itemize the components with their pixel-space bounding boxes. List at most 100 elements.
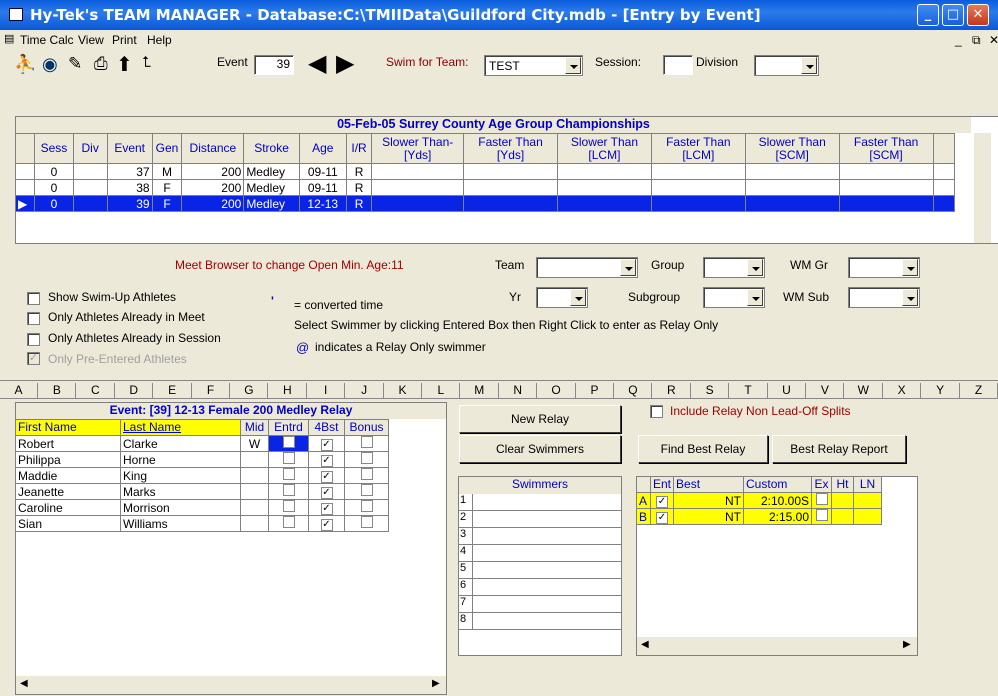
next-event-arrow-icon[interactable]: ▶ bbox=[336, 51, 354, 77]
alpha-tab-e[interactable]: E bbox=[154, 383, 192, 398]
alpha-tab-h[interactable]: H bbox=[269, 383, 307, 398]
bonus-checkbox-cell[interactable] bbox=[344, 499, 389, 516]
session-field[interactable] bbox=[663, 55, 693, 75]
relay-lane[interactable] bbox=[853, 508, 883, 525]
entered-checkbox-cell[interactable] bbox=[268, 451, 309, 468]
find-best-relay-button[interactable]: Find Best Relay bbox=[638, 435, 768, 463]
maximize-button[interactable]: □ bbox=[942, 4, 964, 26]
alpha-tab-u[interactable]: U bbox=[768, 383, 806, 398]
folder-up-icon[interactable]: ⮤ bbox=[142, 54, 151, 71]
relay-custom-time[interactable]: 2:15.00 bbox=[743, 508, 813, 525]
show-swim-up-checkbox[interactable] bbox=[27, 292, 40, 305]
best4-checkbox-cell[interactable]: ✓ bbox=[308, 435, 345, 452]
event-grid-scrollbar[interactable] bbox=[974, 133, 991, 243]
team-select[interactable]: TEST bbox=[484, 55, 583, 76]
mdi-minimize-icon[interactable]: _ bbox=[955, 33, 962, 47]
swimmer-icon[interactable]: ⛹ bbox=[14, 54, 36, 75]
relay-ent-checkbox[interactable]: ✓ bbox=[649, 508, 675, 525]
row-selector[interactable]: ▶ bbox=[14, 195, 36, 212]
relay-ent-checkbox[interactable]: ✓ bbox=[649, 492, 675, 509]
division-select[interactable] bbox=[754, 55, 819, 76]
alpha-tab-k[interactable]: K bbox=[384, 383, 422, 398]
alpha-tab-j[interactable]: J bbox=[346, 383, 384, 398]
alpha-tab-a[interactable]: A bbox=[0, 383, 38, 398]
best4-checkbox-cell[interactable]: ✓ bbox=[308, 515, 345, 532]
athlete-row[interactable]: Robert Clarke W ✓ bbox=[15, 435, 389, 452]
swimmer-slot[interactable]: 4 bbox=[459, 545, 621, 562]
clear-swimmers-button[interactable]: Clear Swimmers bbox=[459, 435, 621, 463]
entered-checkbox-cell[interactable] bbox=[268, 467, 309, 484]
wm-gr-select[interactable] bbox=[848, 257, 920, 278]
best4-checkbox-cell[interactable]: ✓ bbox=[308, 499, 345, 516]
minimize-button[interactable]: _ bbox=[917, 4, 939, 26]
bonus-checkbox-cell[interactable] bbox=[344, 435, 389, 452]
wm-sub-select[interactable] bbox=[848, 287, 920, 308]
athlete-row[interactable]: Caroline Morrison ✓ bbox=[15, 499, 389, 516]
swimmer-slot[interactable]: 3 bbox=[459, 528, 621, 545]
mdi-close-icon[interactable]: ✕ bbox=[989, 33, 998, 47]
alpha-tab-i[interactable]: I bbox=[307, 383, 346, 398]
alpha-tab-t[interactable]: T bbox=[730, 383, 768, 398]
entered-checkbox-cell[interactable] bbox=[268, 499, 309, 516]
bonus-checkbox-cell[interactable] bbox=[344, 515, 389, 532]
swimmer-slot[interactable]: 1 bbox=[459, 494, 621, 511]
team-filter-select[interactable] bbox=[536, 257, 638, 278]
relay-heat[interactable] bbox=[831, 508, 855, 525]
only-pre-entered-checkbox[interactable]: ✓ bbox=[27, 352, 40, 365]
best4-checkbox-cell[interactable]: ✓ bbox=[308, 467, 345, 484]
printer-icon[interactable]: ⎙ bbox=[94, 54, 108, 74]
up-arrow-icon[interactable]: ⬆ bbox=[116, 52, 133, 77]
swimmer-slot[interactable]: 2 bbox=[459, 511, 621, 528]
scroll-left-icon[interactable]: ◀ bbox=[20, 678, 28, 689]
event-row[interactable]: ▶ 0 39 F 200 Medley 12-13 R bbox=[14, 195, 956, 212]
yr-select[interactable] bbox=[536, 287, 588, 308]
scroll-right-icon[interactable]: ▶ bbox=[903, 639, 911, 650]
alpha-tab-m[interactable]: M bbox=[461, 383, 499, 398]
new-relay-button[interactable]: New Relay bbox=[459, 405, 621, 433]
swimmer-slot[interactable]: 5 bbox=[459, 562, 621, 579]
mdi-restore-icon[interactable]: ⧉ bbox=[972, 33, 981, 48]
relay-lane[interactable] bbox=[853, 492, 883, 509]
alpha-tab-s[interactable]: S bbox=[691, 383, 730, 398]
swimmer-slot[interactable]: 7 bbox=[459, 596, 621, 613]
menu-help[interactable]: Help bbox=[147, 33, 172, 47]
athlete-hscrollbar[interactable]: ◀ ▶ bbox=[16, 676, 446, 694]
relay-custom-time[interactable]: 2:10.00S bbox=[743, 492, 813, 509]
alpha-tab-v[interactable]: V bbox=[806, 383, 845, 398]
best-relay-report-button[interactable]: Best Relay Report bbox=[772, 435, 906, 463]
only-in-session-checkbox[interactable] bbox=[27, 333, 40, 346]
relay-team-row[interactable]: A ✓ NT 2:10.00S bbox=[636, 492, 883, 509]
row-selector[interactable] bbox=[14, 179, 36, 196]
alpha-tab-y[interactable]: Y bbox=[922, 383, 960, 398]
alpha-tab-f[interactable]: F bbox=[192, 383, 230, 398]
alpha-tab-l[interactable]: L bbox=[422, 383, 461, 398]
include-splits-checkbox[interactable] bbox=[650, 405, 663, 418]
alpha-tab-g[interactable]: G bbox=[230, 383, 269, 398]
event-row[interactable]: 0 38 F 200 Medley 09-11 R bbox=[14, 179, 956, 196]
entered-checkbox-cell[interactable] bbox=[268, 483, 309, 500]
alpha-tab-o[interactable]: O bbox=[538, 383, 576, 398]
menu-view[interactable]: View bbox=[78, 33, 104, 47]
close-button[interactable]: ✕ bbox=[967, 4, 989, 26]
only-in-meet-checkbox[interactable] bbox=[27, 312, 40, 325]
swimmer-slot[interactable]: 8 bbox=[459, 613, 621, 630]
alpha-tab-p[interactable]: P bbox=[576, 383, 614, 398]
alpha-tab-z[interactable]: Z bbox=[960, 383, 998, 398]
alpha-tab-n[interactable]: N bbox=[499, 383, 538, 398]
entered-checkbox-cell[interactable] bbox=[268, 515, 309, 532]
athlete-row[interactable]: Maddie King ✓ bbox=[15, 467, 389, 484]
row-selector[interactable] bbox=[14, 163, 36, 180]
subgroup-select[interactable] bbox=[703, 287, 765, 308]
best4-checkbox-cell[interactable]: ✓ bbox=[308, 483, 345, 500]
event-row[interactable]: 0 37 M 200 Medley 09-11 R bbox=[14, 163, 956, 180]
best4-checkbox-cell[interactable]: ✓ bbox=[308, 451, 345, 468]
alpha-tab-r[interactable]: R bbox=[653, 383, 691, 398]
entered-checkbox-cell[interactable] bbox=[268, 435, 309, 452]
menu-time-calc[interactable]: Time Calc bbox=[20, 33, 74, 47]
scroll-left-icon[interactable]: ◀ bbox=[641, 639, 649, 650]
menu-print[interactable]: Print bbox=[112, 33, 137, 47]
swimmer-slot[interactable]: 6 bbox=[459, 579, 621, 596]
scroll-right-icon[interactable]: ▶ bbox=[432, 678, 440, 689]
athlete-row[interactable]: Philippa Horne ✓ bbox=[15, 451, 389, 468]
alpha-tab-b[interactable]: B bbox=[38, 383, 77, 398]
